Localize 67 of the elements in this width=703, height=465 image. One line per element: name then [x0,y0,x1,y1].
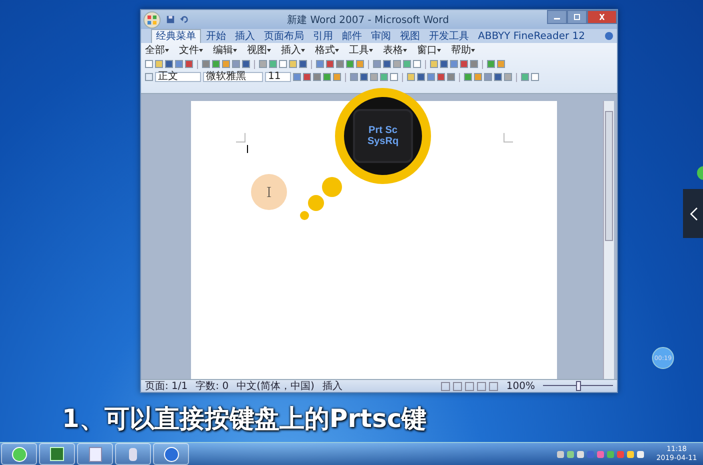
browser-icon[interactable] [1,443,37,465]
maximize-icon [572,14,582,20]
menu-item[interactable]: 窗口 [417,44,437,56]
ribbon-tab[interactable]: 插入 [231,30,259,43]
caret-icon [403,49,407,52]
status-text[interactable]: 页面: 1/1 [145,380,188,392]
document-icon[interactable] [77,443,113,465]
zoom-level-text[interactable]: 100% [506,380,535,392]
minimize-button[interactable] [547,10,567,24]
menu-item[interactable]: 视图 [247,44,267,56]
spreadsheet-icon[interactable] [39,443,75,465]
status-text[interactable]: 字数: 0 [196,380,229,392]
i-beam-cursor-icon [266,187,272,197]
margin-corner-mark [236,133,246,143]
menu-item[interactable]: 表格 [383,44,403,56]
close-button[interactable] [587,10,617,24]
caret-icon [267,49,271,52]
margin-corner-mark [503,133,513,143]
text-cursor [247,145,248,153]
close-icon [597,14,607,20]
ribbon-tab[interactable]: 开始 [202,30,230,43]
styles-icon[interactable] [145,73,153,81]
menu-item[interactable]: 格式 [315,44,335,56]
caret-icon [301,49,305,52]
app-icon[interactable] [115,443,151,465]
caret-icon [437,49,441,52]
k-logo-icon[interactable] [153,443,189,465]
ribbon-tab[interactable]: 审阅 [367,30,395,43]
font-size-dropdown[interactable]: 11 [265,72,291,82]
status-text[interactable]: 中文(简体，中国) [236,380,314,392]
maximize-button[interactable] [567,10,587,24]
menu-item[interactable]: 插入 [281,44,301,56]
caret-icon [199,49,203,52]
status-text[interactable]: 插入 [322,380,342,392]
undo-icon[interactable] [180,15,189,24]
menu-item[interactable]: 全部 [145,44,165,56]
menu-item[interactable]: 文件 [179,44,199,56]
scrollbar-thumb[interactable] [605,111,613,241]
window-title: 新建 Word 2007 - Microsoft Word [286,14,450,26]
key-label: SysRq [367,136,399,147]
caret-icon [233,49,237,52]
menu-item[interactable]: 编辑 [213,44,233,56]
caret-icon [335,49,339,52]
caret-icon [369,49,373,52]
side-panel-toggle[interactable] [683,189,703,238]
help-icon[interactable] [605,32,613,40]
save-icon[interactable] [166,15,175,24]
chevron-left-icon [690,206,698,220]
ribbon-tab[interactable]: 视图 [396,30,424,43]
ribbon-tab[interactable]: 邮件 [338,30,366,43]
style-dropdown[interactable]: 正文 [155,72,201,82]
ribbon-tab[interactable]: ABBYY FineReader 12 [474,30,589,43]
caret-icon [165,49,169,52]
ribbon-tab[interactable]: 引用 [309,30,337,43]
font-dropdown[interactable]: 微软雅黑 [203,72,263,82]
ribbon-tab[interactable]: 经典菜单 [151,29,201,43]
vertical-scrollbar[interactable] [603,101,614,379]
subtitle-caption: 1、可以直接按键盘上的Prtsc键 [62,403,427,435]
zoom-slider-thumb[interactable] [576,381,581,391]
caret-icon [471,49,475,52]
ribbon-tab[interactable]: 页面布局 [260,30,308,43]
menu-item[interactable]: 帮助 [451,44,471,56]
office-button-icon[interactable] [143,10,161,28]
ribbon-tab[interactable]: 开发工具 [425,30,473,43]
menu-item[interactable]: 工具 [349,44,369,56]
key-label: Prt Sc [368,125,398,136]
system-tray-icons[interactable] [557,450,644,458]
